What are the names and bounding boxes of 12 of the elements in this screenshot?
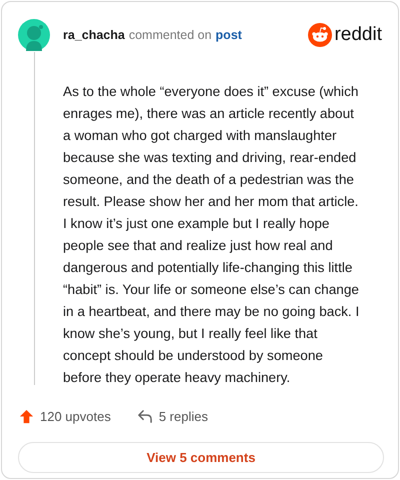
comment-text: As to the whole “everyone does it” excuse (which enrages me), there was an article recently about a woman who got charged with manslaughter because she was texting and driving, rear-ended someone, and the death of a pedestrian was the result. Please show her and her mom that article. I know it’s just one example but I really hope people see that and realize just how real and dangerous and potentially life-changing this little “habit” is. Your life or someone else’s can change in a heartbeat, and there may be no going back. I know she’s young, but I really feel like that concept should be understood by someone before they operate heavy machinery. (63, 83, 360, 387)
reply-arrow-icon (136, 408, 153, 424)
post-link[interactable]: post (216, 28, 242, 42)
reply-count: 5 replies (158, 408, 208, 424)
view-comments-button[interactable]: View 5 comments (18, 442, 384, 473)
brand-name: reddit (334, 24, 382, 46)
action-text: commented on (128, 28, 212, 42)
avatar-icon (18, 19, 50, 51)
upvote-count: 120 upvotes (40, 408, 111, 424)
author-name[interactable]: ra_chacha (63, 28, 125, 42)
reddit-logo-icon (308, 23, 332, 47)
upvote-arrow-icon (19, 408, 34, 424)
